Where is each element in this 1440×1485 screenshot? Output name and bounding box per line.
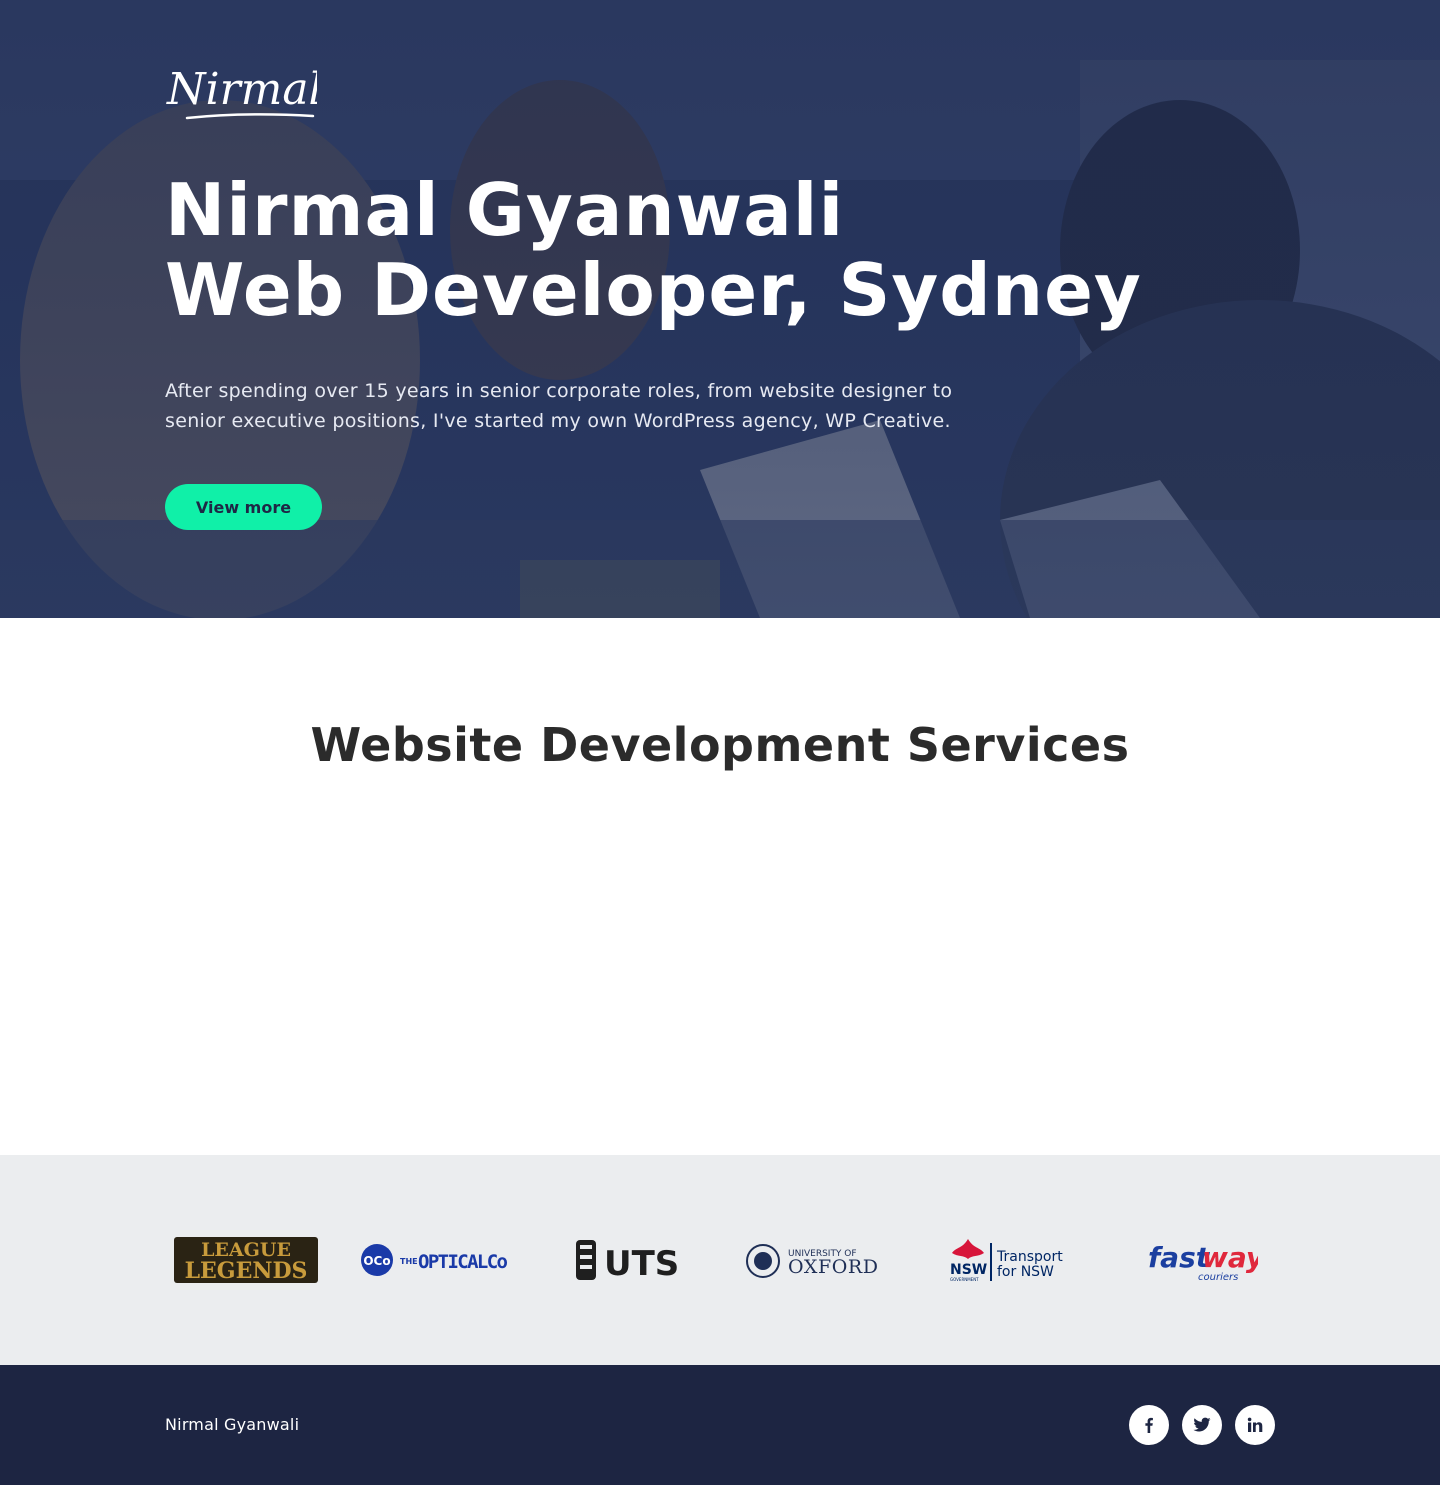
client-logo-university-of-oxford: UNIVERSITY OF OXFORD (746, 1231, 880, 1289)
svg-text:UTS: UTS (604, 1244, 678, 1284)
svg-text:LEGENDS: LEGENDS (185, 1258, 308, 1284)
svg-text:for NSW: for NSW (997, 1264, 1054, 1280)
nirmal-logo[interactable]: Nirmal (165, 60, 317, 126)
svg-text:GOVERNMENT: GOVERNMENT (950, 1277, 979, 1282)
client-logo-league-of-legends: LEAGUE LEGENDS (172, 1231, 320, 1289)
hero-section: Nirmal Nirmal Gyanwali Web Developer, Sy… (0, 0, 1440, 618)
hero-title-role: Web Developer, Sydney (165, 248, 1142, 332)
footer-name: Nirmal Gyanwali (165, 1415, 300, 1434)
twitter-link[interactable] (1182, 1405, 1222, 1445)
linkedin-icon (1247, 1417, 1263, 1432)
client-logo-transport-for-nsw: NSW GOVERNMENT Transport for NSW (948, 1231, 1064, 1289)
twitter-icon (1193, 1417, 1211, 1432)
hero-lead-text: After spending over 15 years in senior c… (165, 380, 953, 432)
linkedin-link[interactable] (1235, 1405, 1275, 1445)
svg-text:OCo: OCo (363, 1254, 390, 1268)
svg-text:couriers: couriers (1198, 1272, 1238, 1283)
facebook-icon (1145, 1417, 1153, 1433)
logo-text: Nirmal (166, 64, 317, 115)
svg-text:THE: THE (400, 1257, 418, 1266)
services-section: Website Development Services (0, 618, 1440, 1155)
svg-text:NSW: NSW (950, 1262, 987, 1278)
svg-text:OXFORD: OXFORD (788, 1256, 878, 1278)
svg-text:Transport: Transport (996, 1249, 1063, 1265)
svg-text:OPTICALCo: OPTICALCo (418, 1251, 508, 1273)
hero-title: Nirmal Gyanwali Web Developer, Sydney (165, 170, 1275, 330)
services-title: Website Development Services (310, 718, 1130, 772)
hero-content: Nirmal Nirmal Gyanwali Web Developer, Sy… (165, 0, 1275, 618)
client-logo-uts: UTS (574, 1231, 678, 1289)
site-footer: Nirmal Gyanwali (0, 1365, 1440, 1485)
svg-text:way: way (1202, 1241, 1258, 1274)
hero-title-name: Nirmal Gyanwali (165, 168, 845, 252)
facebook-link[interactable] (1129, 1405, 1169, 1445)
client-logo-fastway-couriers: fast way couriers (1146, 1231, 1258, 1289)
client-logo-the-optical-co: OCo THE OPTICALCo (360, 1231, 510, 1289)
clients-logo-strip: LEAGUE LEGENDS OCo THE OPTICALCo UTS UNI… (0, 1155, 1440, 1365)
view-more-button[interactable]: View more (165, 484, 322, 530)
